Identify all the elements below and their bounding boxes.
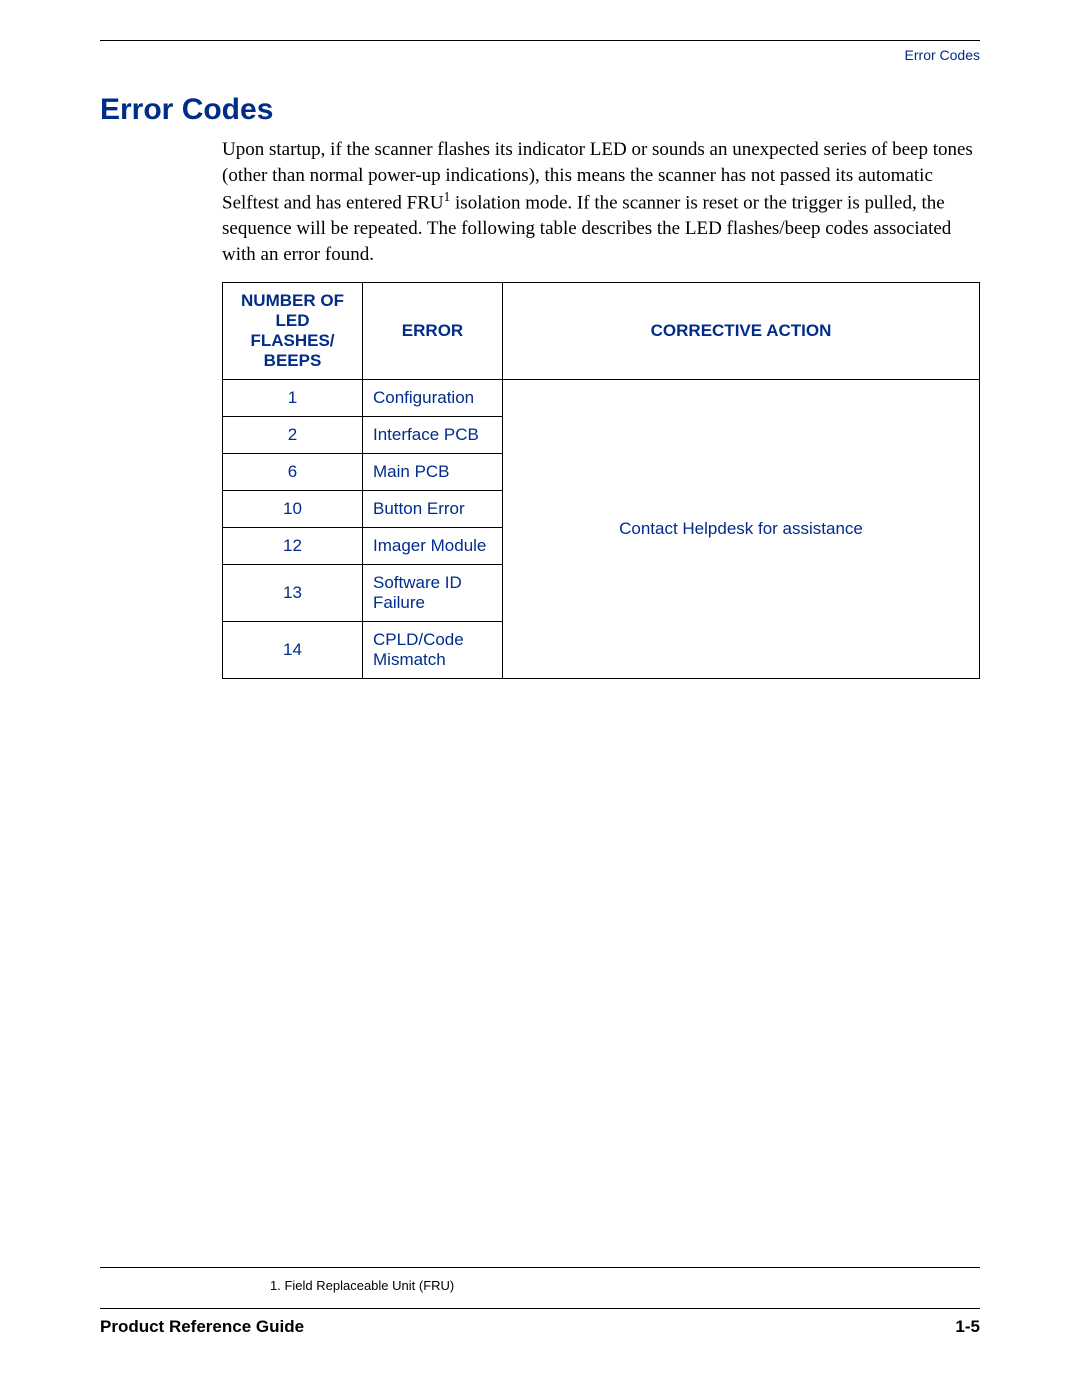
cell-error: Configuration [363,379,503,416]
footer-left: Product Reference Guide [100,1317,304,1337]
page-footer: Product Reference Guide 1-5 [100,1308,980,1337]
cell-error: Interface PCB [363,416,503,453]
footer-right: 1-5 [955,1317,980,1337]
th-action: Corrective Action [503,282,980,379]
footnote-text: Field Replaceable Unit (FRU) [284,1278,454,1293]
footnotes: 1. Field Replaceable Unit (FRU) [100,1267,980,1293]
cell-num: 6 [223,453,363,490]
cell-error: Imager Module [363,527,503,564]
cell-num: 10 [223,490,363,527]
page-title: Error Codes [100,93,980,127]
th-error: Error [363,282,503,379]
cell-error: Main PCB [363,453,503,490]
table-row: 1 Configuration Contact Helpdesk for ass… [223,379,980,416]
cell-num: 14 [223,621,363,678]
table-header-row: Number of LED Flashes/ Beeps Error Corre… [223,282,980,379]
th-flashes: Number of LED Flashes/ Beeps [223,282,363,379]
cell-error: CPLD/Code Mismatch [363,621,503,678]
cell-error: Software ID Failure [363,564,503,621]
intro-paragraph: Upon startup, if the scanner flashes its… [222,137,980,268]
footnote-marker: 1. [270,1278,281,1293]
cell-error: Button Error [363,490,503,527]
cell-action: Contact Helpdesk for assistance [503,379,980,678]
cell-num: 13 [223,564,363,621]
cell-num: 12 [223,527,363,564]
page: Error Codes Error Codes Upon startup, if… [0,0,1080,1397]
error-codes-table: Number of LED Flashes/ Beeps Error Corre… [222,282,980,679]
cell-num: 1 [223,379,363,416]
running-head: Error Codes [100,40,980,63]
cell-num: 2 [223,416,363,453]
